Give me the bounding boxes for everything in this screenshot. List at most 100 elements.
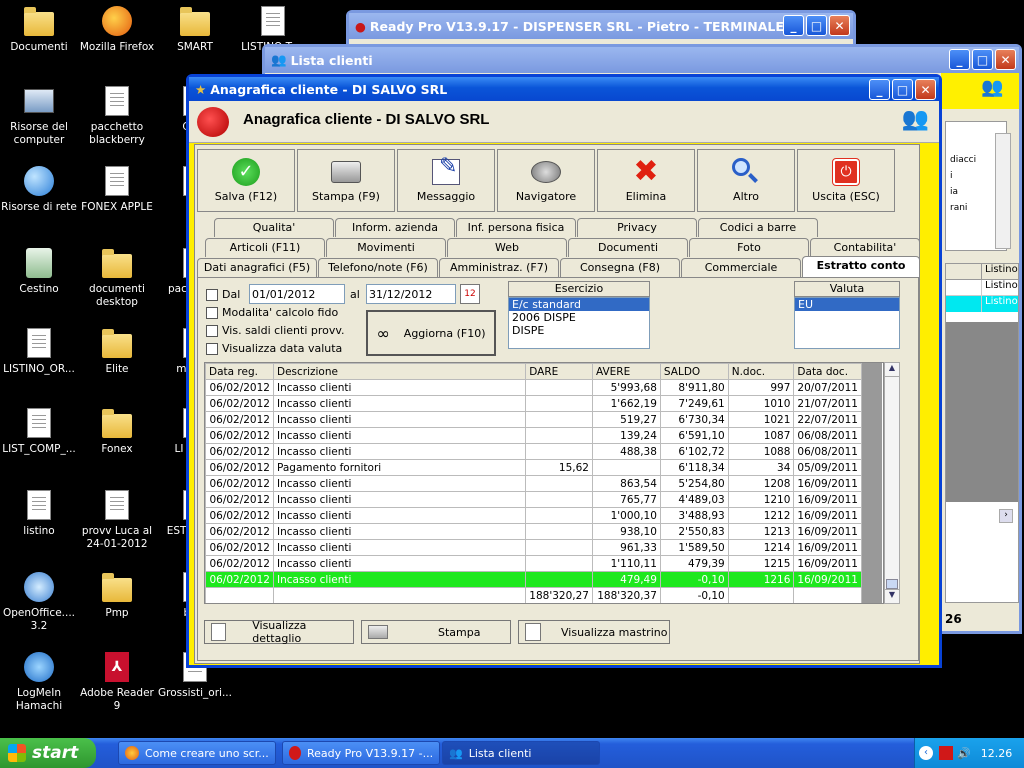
- minimize-button[interactable]: _: [869, 79, 890, 100]
- grid-vscrollbar[interactable]: ▲ ▼: [884, 362, 900, 604]
- dal-date-input[interactable]: [249, 284, 345, 304]
- table-row[interactable]: 06/02/2012 Pagamento fornitori 15,62 6'118,…: [205, 459, 862, 476]
- table-row[interactable]: 06/02/2012 Incasso clienti 863,54 5'254,80 1…: [205, 475, 862, 492]
- close-button[interactable]: ✕: [915, 79, 936, 100]
- table-row[interactable]: 06/02/2012 Incasso clienti 1'662,19 7'249,6…: [205, 395, 862, 412]
- volume-icon[interactable]: 🔊: [957, 747, 971, 760]
- tab-articoli[interactable]: Articoli (F11): [205, 238, 325, 257]
- desktop-icon[interactable]: LogMeIn Hamachi: [0, 650, 78, 713]
- desktop-icon[interactable]: listino: [0, 488, 78, 538]
- delete-button[interactable]: ✖ Elimina: [597, 149, 695, 212]
- message-button[interactable]: ✎ Messaggio: [397, 149, 495, 212]
- tab-inf-persona-fisica[interactable]: Inf. persona fisica: [456, 218, 576, 237]
- desktop-icon[interactable]: ⅄ Adobe Reader 9: [78, 650, 156, 713]
- table-row[interactable]: 06/02/2012 Incasso clienti 1'000,10 3'488,9…: [205, 507, 862, 524]
- col-n-doc[interactable]: N.doc.: [727, 363, 795, 380]
- tab-contabilita[interactable]: Contabilita': [810, 238, 920, 257]
- table-row[interactable]: 06/02/2012 Incasso clienti 1'110,11 479,39 1…: [205, 555, 862, 572]
- tab-foto[interactable]: Foto: [689, 238, 809, 257]
- vis-saldi-checkbox[interactable]: Vis. saldi clienti provv.: [206, 324, 345, 337]
- desktop-icon[interactable]: Risorse del computer: [0, 84, 78, 147]
- table-row[interactable]: 06/02/2012 Incasso clienti 479,49 -0,10 1216…: [205, 571, 862, 588]
- refresh-button[interactable]: ∞ Aggiorna (F10): [366, 310, 496, 356]
- col-descrizione[interactable]: Descrizione: [272, 363, 527, 380]
- scroll-thumb[interactable]: [886, 579, 898, 589]
- al-date-input[interactable]: [366, 284, 456, 304]
- col-data-doc[interactable]: Data doc.: [793, 363, 862, 380]
- table-row[interactable]: 06/02/2012 Incasso clienti 5'993,68 8'911,8…: [205, 379, 862, 396]
- desktop-icon[interactable]: LISTINO_OR...: [0, 326, 78, 376]
- start-button[interactable]: start: [0, 738, 96, 768]
- col-dare[interactable]: DARE: [525, 363, 593, 380]
- table-row[interactable]: 06/02/2012 Incasso clienti 488,38 6'102,72 1…: [205, 443, 862, 460]
- desktop-icon[interactable]: Cestino: [0, 246, 78, 296]
- table-row[interactable]: 06/02/2012 Incasso clienti 938,10 2'550,83 1…: [205, 523, 862, 540]
- desktop-icon[interactable]: Documenti: [0, 4, 78, 54]
- table-row[interactable]: 06/02/2012 Incasso clienti 519,27 6'730,34 1…: [205, 411, 862, 428]
- scroll-down-arrow[interactable]: ▼: [885, 589, 899, 603]
- esercizio-item[interactable]: 2006 DISPE: [509, 311, 649, 324]
- maximize-button[interactable]: □: [972, 49, 993, 70]
- desktop-icon[interactable]: provv Luca al 24-01-2012: [78, 488, 156, 551]
- desktop-icon[interactable]: FONEX APPLE: [78, 164, 156, 214]
- save-button[interactable]: ✓ Salva (F12): [197, 149, 295, 212]
- esercizio-item[interactable]: DISPE: [509, 324, 649, 337]
- desktop-icon[interactable]: Elite: [78, 326, 156, 376]
- lista-hscroll-arrow[interactable]: ›: [999, 509, 1013, 523]
- desktop-icon[interactable]: Mozilla Firefox: [78, 4, 156, 54]
- desktop-icon[interactable]: Pmp: [78, 570, 156, 620]
- close-button[interactable]: ✕: [829, 15, 850, 36]
- table-row[interactable]: 06/02/2012 Incasso clienti 961,33 1'589,50 1…: [205, 539, 862, 556]
- tab-estratto-conto[interactable]: Estratto conto (F10): [802, 256, 920, 290]
- desktop-icon[interactable]: pacchetto blackberry: [78, 84, 156, 147]
- taskbar-item-firefox[interactable]: Come creare uno scr...: [118, 741, 276, 765]
- esercizio-list[interactable]: E/c standard 2006 DISPE DISPE: [508, 297, 650, 349]
- lista-row-cell[interactable]: Listino: [982, 280, 1018, 295]
- taskbar-item-ready-pro[interactable]: Ready Pro V13.9.17 -...: [282, 741, 440, 765]
- print-button[interactable]: Stampa (F9): [297, 149, 395, 212]
- tab-movimenti[interactable]: Movimenti: [326, 238, 446, 257]
- desktop-icon[interactable]: OpenOffice.... 3.2: [0, 570, 78, 633]
- table-row[interactable]: 06/02/2012 Incasso clienti 765,77 4'489,03 1…: [205, 491, 862, 508]
- tab-documenti[interactable]: Documenti: [568, 238, 688, 257]
- minimize-button[interactable]: _: [783, 15, 804, 36]
- tab-web[interactable]: Web: [447, 238, 567, 257]
- taskbar-item-lista-clienti[interactable]: 👥 Lista clienti: [442, 741, 600, 765]
- tab-amministrazione[interactable]: Amministraz. (F7): [439, 258, 559, 277]
- calendar-icon[interactable]: 12: [460, 284, 480, 304]
- esercizio-item[interactable]: E/c standard: [509, 298, 649, 311]
- desktop-icon[interactable]: Fonex: [78, 406, 156, 456]
- desktop-icon[interactable]: Risorse di rete: [0, 164, 78, 214]
- valuta-item[interactable]: EU: [795, 298, 899, 311]
- tray-app-icon[interactable]: [939, 746, 953, 760]
- col-avere[interactable]: AVERE: [591, 363, 661, 380]
- col-data-reg[interactable]: Data reg.: [205, 363, 274, 380]
- tab-qualita[interactable]: Qualita': [214, 218, 334, 237]
- desktop-icon[interactable]: LIST_COMP_...: [0, 406, 78, 456]
- visualizza-data-valuta-checkbox[interactable]: Visualizza data valuta: [206, 342, 342, 355]
- visualizza-dettaglio-button[interactable]: Visualizza dettaglio: [204, 619, 354, 645]
- valuta-list[interactable]: EU: [794, 297, 900, 349]
- table-row[interactable]: 06/02/2012 Incasso clienti 139,24 6'591,10 1…: [205, 427, 862, 444]
- tab-privacy[interactable]: Privacy: [577, 218, 697, 237]
- scroll-up-arrow[interactable]: ▲: [885, 363, 899, 377]
- stampa-button[interactable]: Stampa: [361, 620, 511, 644]
- close-button[interactable]: ✕: [995, 49, 1016, 70]
- lista-scrollbar[interactable]: [995, 133, 1011, 249]
- col-saldo[interactable]: SALDO: [659, 363, 729, 380]
- lista-row-cell[interactable]: Listino: [982, 296, 1018, 312]
- visualizza-mastrino-button[interactable]: Visualizza mastrino: [518, 620, 670, 644]
- navigator-button[interactable]: Navigatore: [497, 149, 595, 212]
- maximize-button[interactable]: □: [892, 79, 913, 100]
- tab-consegna[interactable]: Consegna (F8): [560, 258, 680, 277]
- minimize-button[interactable]: _: [949, 49, 970, 70]
- anagrafica-cliente-window[interactable]: ★ Anagrafica cliente - DI SALVO SRL _ □ …: [186, 74, 942, 668]
- tab-commerciale[interactable]: Commerciale: [681, 258, 801, 277]
- tab-codici-a-barre[interactable]: Codici a barre: [698, 218, 818, 237]
- dal-checkbox[interactable]: Dal: [206, 288, 240, 301]
- tab-inform-azienda[interactable]: Inform. azienda: [335, 218, 455, 237]
- exit-button[interactable]: ⏻ Uscita (ESC): [797, 149, 895, 212]
- desktop-icon[interactable]: SMART: [156, 4, 234, 54]
- tab-dati-anagrafici[interactable]: Dati anagrafici (F5): [197, 258, 317, 277]
- maximize-button[interactable]: □: [806, 15, 827, 36]
